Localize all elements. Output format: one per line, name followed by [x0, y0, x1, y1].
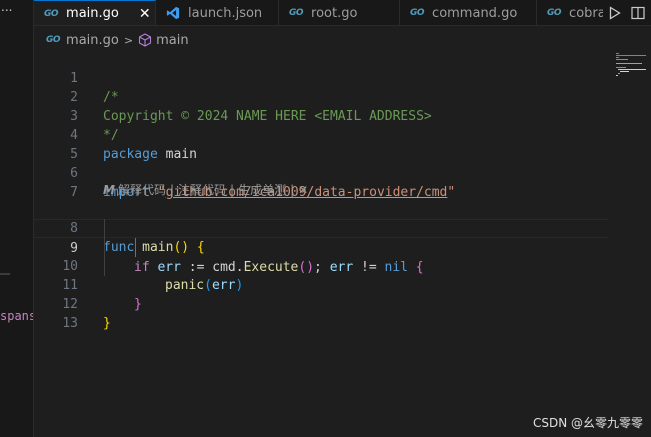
more-actions[interactable]: ...	[1, 0, 12, 14]
tab-root-go[interactable]: GO root.go	[279, 0, 400, 25]
go-icon: GO	[410, 8, 425, 18]
split-editor-icon[interactable]	[631, 6, 645, 20]
quote: "	[447, 185, 456, 200]
code-line: 1 /*	[34, 50, 609, 105]
symbol-method-icon	[139, 33, 152, 47]
code-line: 10 panic(err)	[34, 238, 609, 293]
explain-code-link[interactable]: 解释代码	[118, 181, 166, 200]
tab-command-go[interactable]: GO command.go	[400, 0, 537, 25]
divider	[0, 273, 10, 275]
line-number: 13	[62, 316, 78, 331]
editor-actions	[603, 0, 651, 25]
partial-text: spans	[0, 309, 34, 323]
watermark: CSDN @幺零九零零	[532, 416, 643, 430]
current-line: 9 if err := cmd.Execute(); err != nil {	[34, 219, 609, 275]
tab-label: command.go	[432, 5, 518, 21]
active-indent-guide	[135, 238, 136, 257]
codelens-actions: M 解释代码 | 注释代码 | 生成单测 | ✕	[103, 181, 308, 200]
separator: |	[290, 183, 295, 197]
breadcrumb-symbol[interactable]: main	[156, 33, 188, 48]
vscode-icon	[166, 6, 180, 20]
code-line: 3 */	[34, 88, 609, 143]
code-line: 4 package main	[34, 107, 609, 162]
tab-label: root.go	[311, 5, 358, 21]
go-icon: GO	[547, 8, 562, 18]
tab-label: launch.json	[188, 5, 263, 21]
chevron-right-icon: >	[123, 33, 134, 47]
comment-code-link[interactable]: 注释代码	[178, 181, 226, 200]
generate-unittest-link[interactable]: 生成单测	[238, 181, 286, 200]
code-line: 8 func main() {	[34, 200, 609, 255]
close-icon[interactable]: ✕	[139, 6, 151, 22]
tab-bar: GO main.go ✕ launch.json GO root.go GO c…	[34, 0, 651, 26]
code-line: 2 Copyright © 2024 NAME HERE <EMAIL ADDR…	[34, 69, 609, 124]
breadcrumb: GO main.go > main	[34, 30, 189, 50]
close-icon[interactable]: ✕	[298, 181, 308, 200]
code-line: 6 import "github.com/ica1009/data-provid…	[34, 145, 609, 200]
code-editor[interactable]: 1 /* 2 Copyright © 2024 NAME HERE <EMAIL…	[34, 50, 614, 437]
run-icon[interactable]	[609, 6, 621, 20]
tab-launch-json[interactable]: launch.json	[156, 0, 279, 25]
indent-guide	[104, 219, 105, 276]
breadcrumb-file[interactable]: main.go	[66, 33, 119, 48]
side-panel: ... spans	[0, 0, 34, 437]
separator: |	[230, 183, 235, 197]
assistant-logo-icon: M	[103, 183, 115, 197]
code-line: 12 }	[34, 276, 609, 331]
tab-main-go[interactable]: GO main.go ✕	[34, 0, 156, 25]
tab-label: main.go	[66, 6, 119, 21]
separator: |	[169, 183, 175, 197]
code-line: 13	[34, 295, 609, 331]
go-icon: GO	[46, 35, 61, 45]
code-line: 11 }	[34, 257, 609, 312]
go-icon: GO	[289, 8, 304, 18]
bracket: }	[103, 316, 111, 331]
go-icon: GO	[44, 8, 59, 19]
minimap[interactable]	[614, 50, 651, 110]
code-line: 5	[34, 126, 609, 162]
